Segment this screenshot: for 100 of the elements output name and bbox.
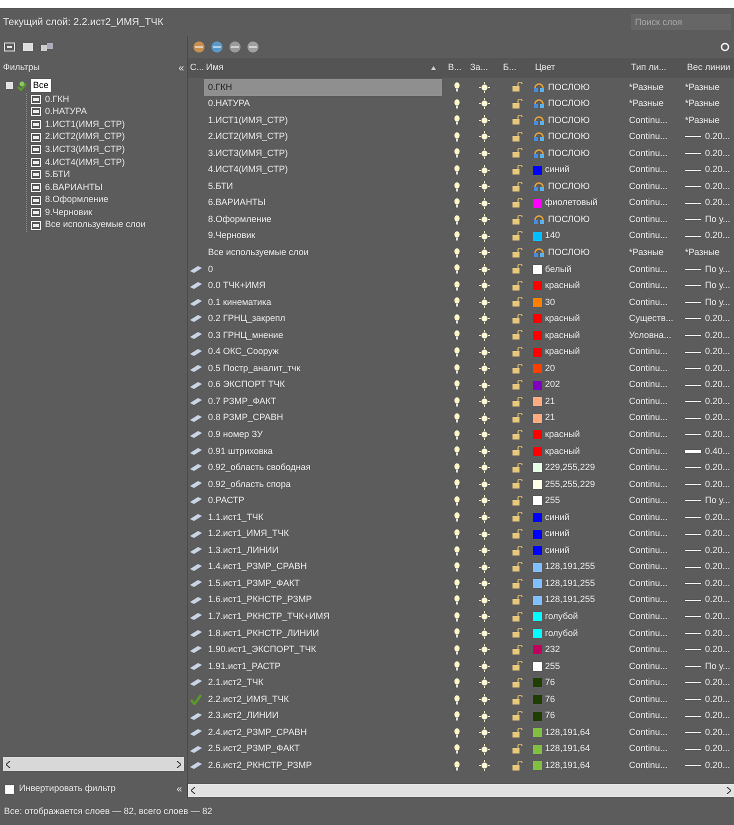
scroll-right-icon[interactable] (176, 760, 181, 768)
layer-name[interactable]: 1.91.ист1_РАСТР (204, 658, 442, 675)
column-header[interactable]: Б... (501, 61, 533, 75)
padlock-icon[interactable] (512, 694, 522, 704)
column-header[interactable]: Имя (204, 61, 442, 75)
layer-name[interactable]: 0.8 РЗМР_СРАВН (204, 410, 442, 426)
layer-name[interactable]: Все используемые слои (204, 244, 442, 262)
sun-icon[interactable] (479, 98, 490, 110)
layer-name[interactable]: 2.6.ист2_РКНСТР_РЗМР (204, 757, 442, 774)
checkbox[interactable] (5, 784, 14, 794)
sun-icon[interactable] (479, 628, 490, 639)
padlock-icon[interactable] (512, 529, 522, 540)
layer-name[interactable]: 0.5 Постр_аналит_тчк (204, 360, 442, 377)
layer-name[interactable]: 0.6 ЭКСПОРТ ТЧК (204, 376, 442, 394)
padlock-icon[interactable] (512, 347, 522, 358)
padlock-icon[interactable] (512, 479, 522, 490)
sun-icon[interactable] (479, 313, 490, 324)
search-field[interactable]: Поиск слоя (631, 14, 731, 30)
padlock-icon[interactable] (512, 728, 522, 738)
lightbulb-icon[interactable] (454, 446, 460, 456)
layer-name[interactable]: 0.7 РЗМР_ФАКТ (204, 393, 442, 410)
sun-icon[interactable] (479, 545, 490, 556)
sun-icon[interactable] (479, 230, 490, 242)
padlock-icon[interactable] (512, 612, 522, 622)
padlock-icon[interactable] (512, 82, 522, 92)
lightbulb-icon[interactable] (454, 297, 460, 308)
filter-item[interactable]: 1.ИСТ1(ИМЯ_СТР) (45, 118, 125, 132)
layer-name[interactable]: 1.90.ист1_ЭКСПОРТ_ТЧК (204, 642, 442, 658)
sun-icon[interactable] (479, 214, 490, 226)
sun-icon[interactable] (479, 396, 490, 408)
padlock-icon[interactable] (512, 314, 522, 324)
sun-icon[interactable] (479, 611, 490, 622)
sun-icon[interactable] (479, 280, 490, 292)
padlock-icon[interactable] (512, 546, 522, 556)
column-header[interactable]: За... (468, 61, 501, 75)
sun-icon[interactable] (479, 429, 490, 440)
padlock-icon[interactable] (512, 496, 522, 506)
layer-name[interactable]: 2.4.ист2_РЗМР_СРАВН (204, 724, 442, 741)
layer-name[interactable]: 8.Оформление (204, 211, 442, 228)
sun-icon[interactable] (479, 446, 490, 457)
lightbulb-icon[interactable] (454, 98, 460, 109)
padlock-icon[interactable] (512, 678, 522, 688)
lightbulb-icon[interactable] (454, 248, 460, 258)
layer-name[interactable]: 1.3.ист1_ЛИНИИ (204, 542, 442, 559)
layer-name[interactable]: 9.Черновик (204, 228, 442, 244)
layer-name[interactable]: 5.БТИ (204, 178, 442, 195)
padlock-icon[interactable] (512, 380, 522, 390)
column-header[interactable]: В... (446, 61, 468, 75)
layer-name[interactable]: 6.ВАРИАНТЫ (204, 194, 442, 212)
padlock-icon[interactable] (512, 628, 522, 638)
padlock-icon[interactable] (512, 115, 522, 126)
layer-name[interactable]: 0 (204, 261, 442, 278)
filter-item[interactable]: 0.ГКН (45, 92, 70, 106)
layer-name[interactable]: 0.ГКН (204, 79, 442, 96)
scroll-left-icon[interactable] (6, 760, 11, 768)
lightbulb-icon[interactable] (454, 546, 460, 556)
lightbulb-icon[interactable] (454, 496, 460, 506)
lightbulb-icon[interactable] (454, 711, 460, 722)
sun-icon[interactable] (479, 677, 490, 688)
layer-name[interactable]: 1.2.ист1_ИМЯ_ТЧК (204, 526, 442, 542)
lightbulb-icon[interactable] (454, 280, 460, 291)
lightbulb-icon[interactable] (454, 264, 460, 274)
padlock-icon[interactable] (512, 330, 522, 340)
padlock-icon[interactable] (512, 562, 522, 572)
filter-item[interactable]: 3.ИСТ3(ИМЯ_СТР) (45, 142, 125, 156)
column-header[interactable]: С... (188, 61, 204, 75)
layer-name[interactable]: 0.0 ТЧК+ИМЯ (204, 278, 442, 294)
horizontal-scrollbar[interactable] (188, 784, 734, 797)
layer-name[interactable]: 0.РАСТР (204, 492, 442, 510)
layer-name[interactable]: 0.92_область свободная (204, 460, 442, 476)
padlock-icon[interactable] (512, 248, 522, 258)
lightbulb-icon[interactable] (454, 529, 460, 540)
filter-item[interactable]: Все (31, 78, 51, 92)
lightbulb-icon[interactable] (454, 644, 460, 655)
sun-icon[interactable] (479, 131, 490, 142)
filter-item[interactable]: 9.Черновик (45, 206, 92, 220)
lightbulb-icon[interactable] (454, 314, 460, 324)
lightbulb-icon[interactable] (454, 562, 460, 572)
sun-icon[interactable] (479, 727, 490, 738)
padlock-icon[interactable] (512, 148, 522, 158)
lightbulb-icon[interactable] (454, 760, 460, 771)
lightbulb-icon[interactable] (454, 115, 460, 126)
padlock-icon[interactable] (512, 364, 522, 374)
lightbulb-icon[interactable] (454, 678, 460, 688)
padlock-icon[interactable] (512, 280, 522, 291)
sun-icon[interactable] (479, 478, 490, 490)
column-header[interactable]: Цвет (533, 61, 629, 75)
column-header[interactable]: Тип ли... (629, 61, 685, 75)
padlock-icon[interactable] (512, 661, 522, 672)
padlock-icon[interactable] (512, 396, 522, 407)
invert-filter-label[interactable]: Инвертировать фильтр (19, 782, 116, 796)
sun-icon[interactable] (479, 594, 490, 606)
sun-icon[interactable] (479, 462, 490, 474)
sun-icon[interactable] (479, 512, 490, 523)
sun-icon[interactable] (479, 346, 490, 358)
lightbulb-icon[interactable] (454, 396, 460, 407)
padlock-icon[interactable] (512, 231, 522, 242)
sun-icon[interactable] (479, 198, 490, 209)
layer-name[interactable]: 0.2 ГРНЦ_закрепл (204, 310, 442, 328)
lightbulb-icon[interactable] (454, 430, 460, 440)
